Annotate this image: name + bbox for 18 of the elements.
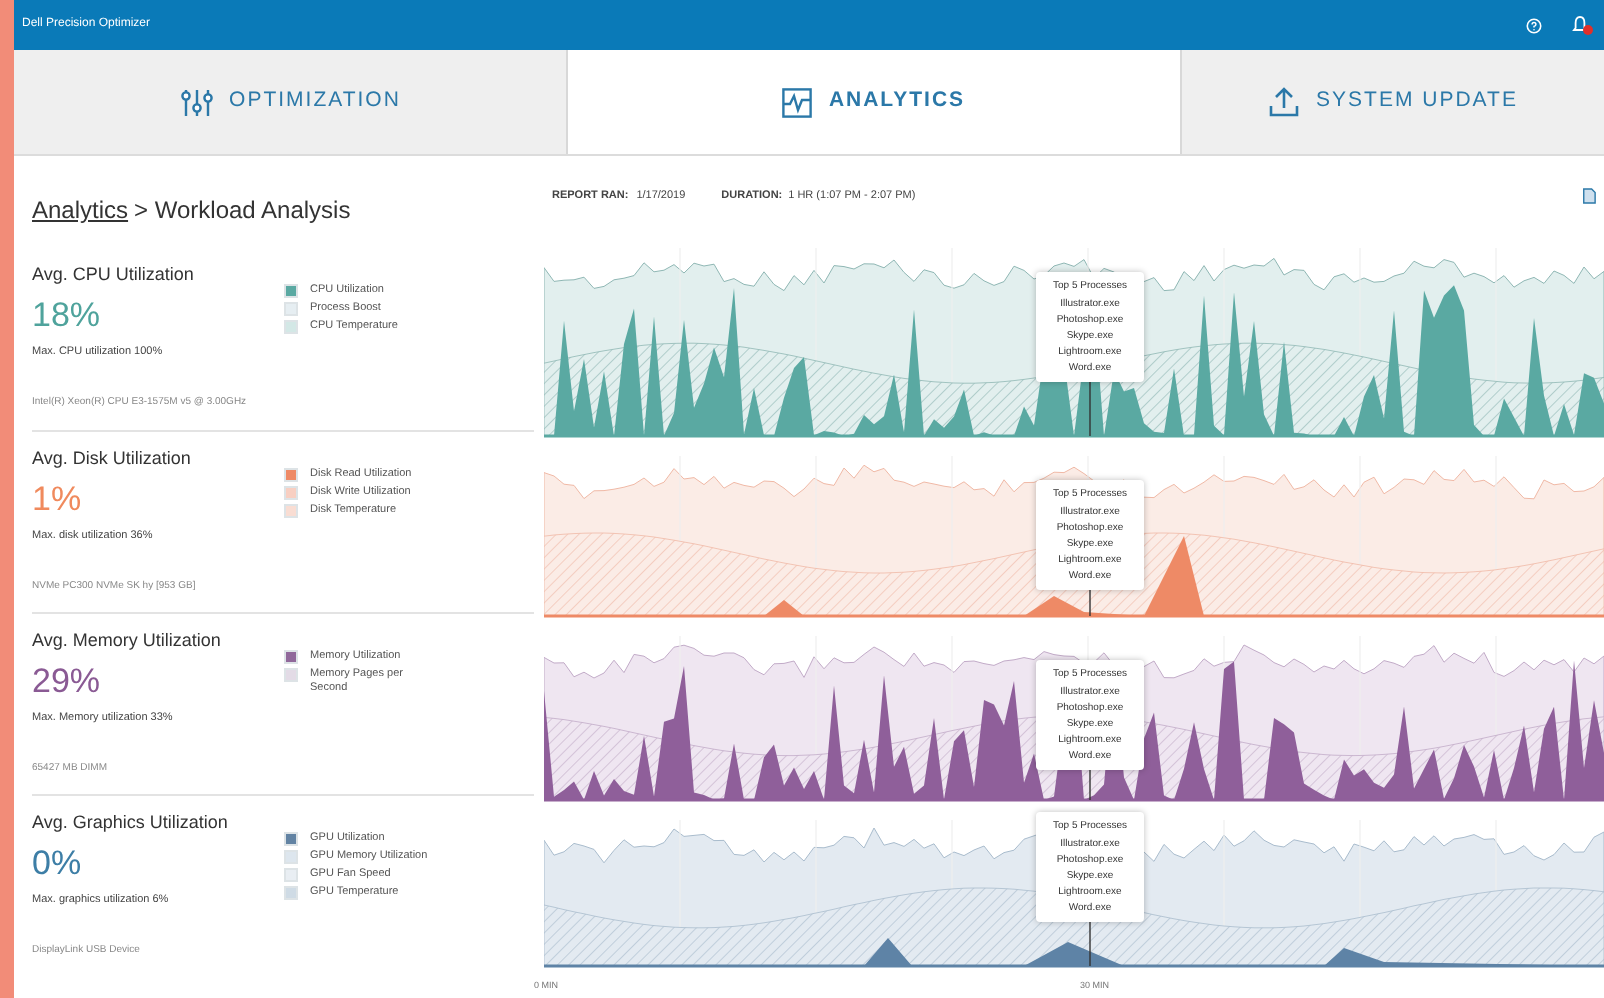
metric-title: Avg. Memory Utilization	[32, 628, 223, 654]
metric-value: 0%	[32, 841, 84, 885]
tab[interactable]: SYSTEM UPDATE	[1180, 50, 1604, 154]
sliders-icon	[179, 87, 214, 117]
metric-value: 1%	[32, 477, 84, 521]
breadcrumb-link[interactable]: Analytics	[32, 192, 129, 228]
help-icon[interactable]	[1526, 17, 1542, 33]
metric-value: 29%	[32, 659, 103, 703]
upload-icon	[1268, 86, 1301, 118]
metric-title: Avg. Graphics Utilization	[32, 810, 230, 836]
pulse-chart-icon	[782, 87, 813, 117]
tab[interactable]: OPTIMIZATION	[14, 50, 566, 154]
bell-icon[interactable]	[1570, 14, 1594, 36]
breadcrumb-current: > Workload Analysis	[134, 194, 351, 228]
document-icon[interactable]	[1582, 188, 1596, 204]
metric-title: Avg. Disk Utilization	[32, 446, 193, 472]
metric-title: Avg. CPU Utilization	[32, 262, 196, 288]
metric-value: 18%	[32, 293, 103, 337]
